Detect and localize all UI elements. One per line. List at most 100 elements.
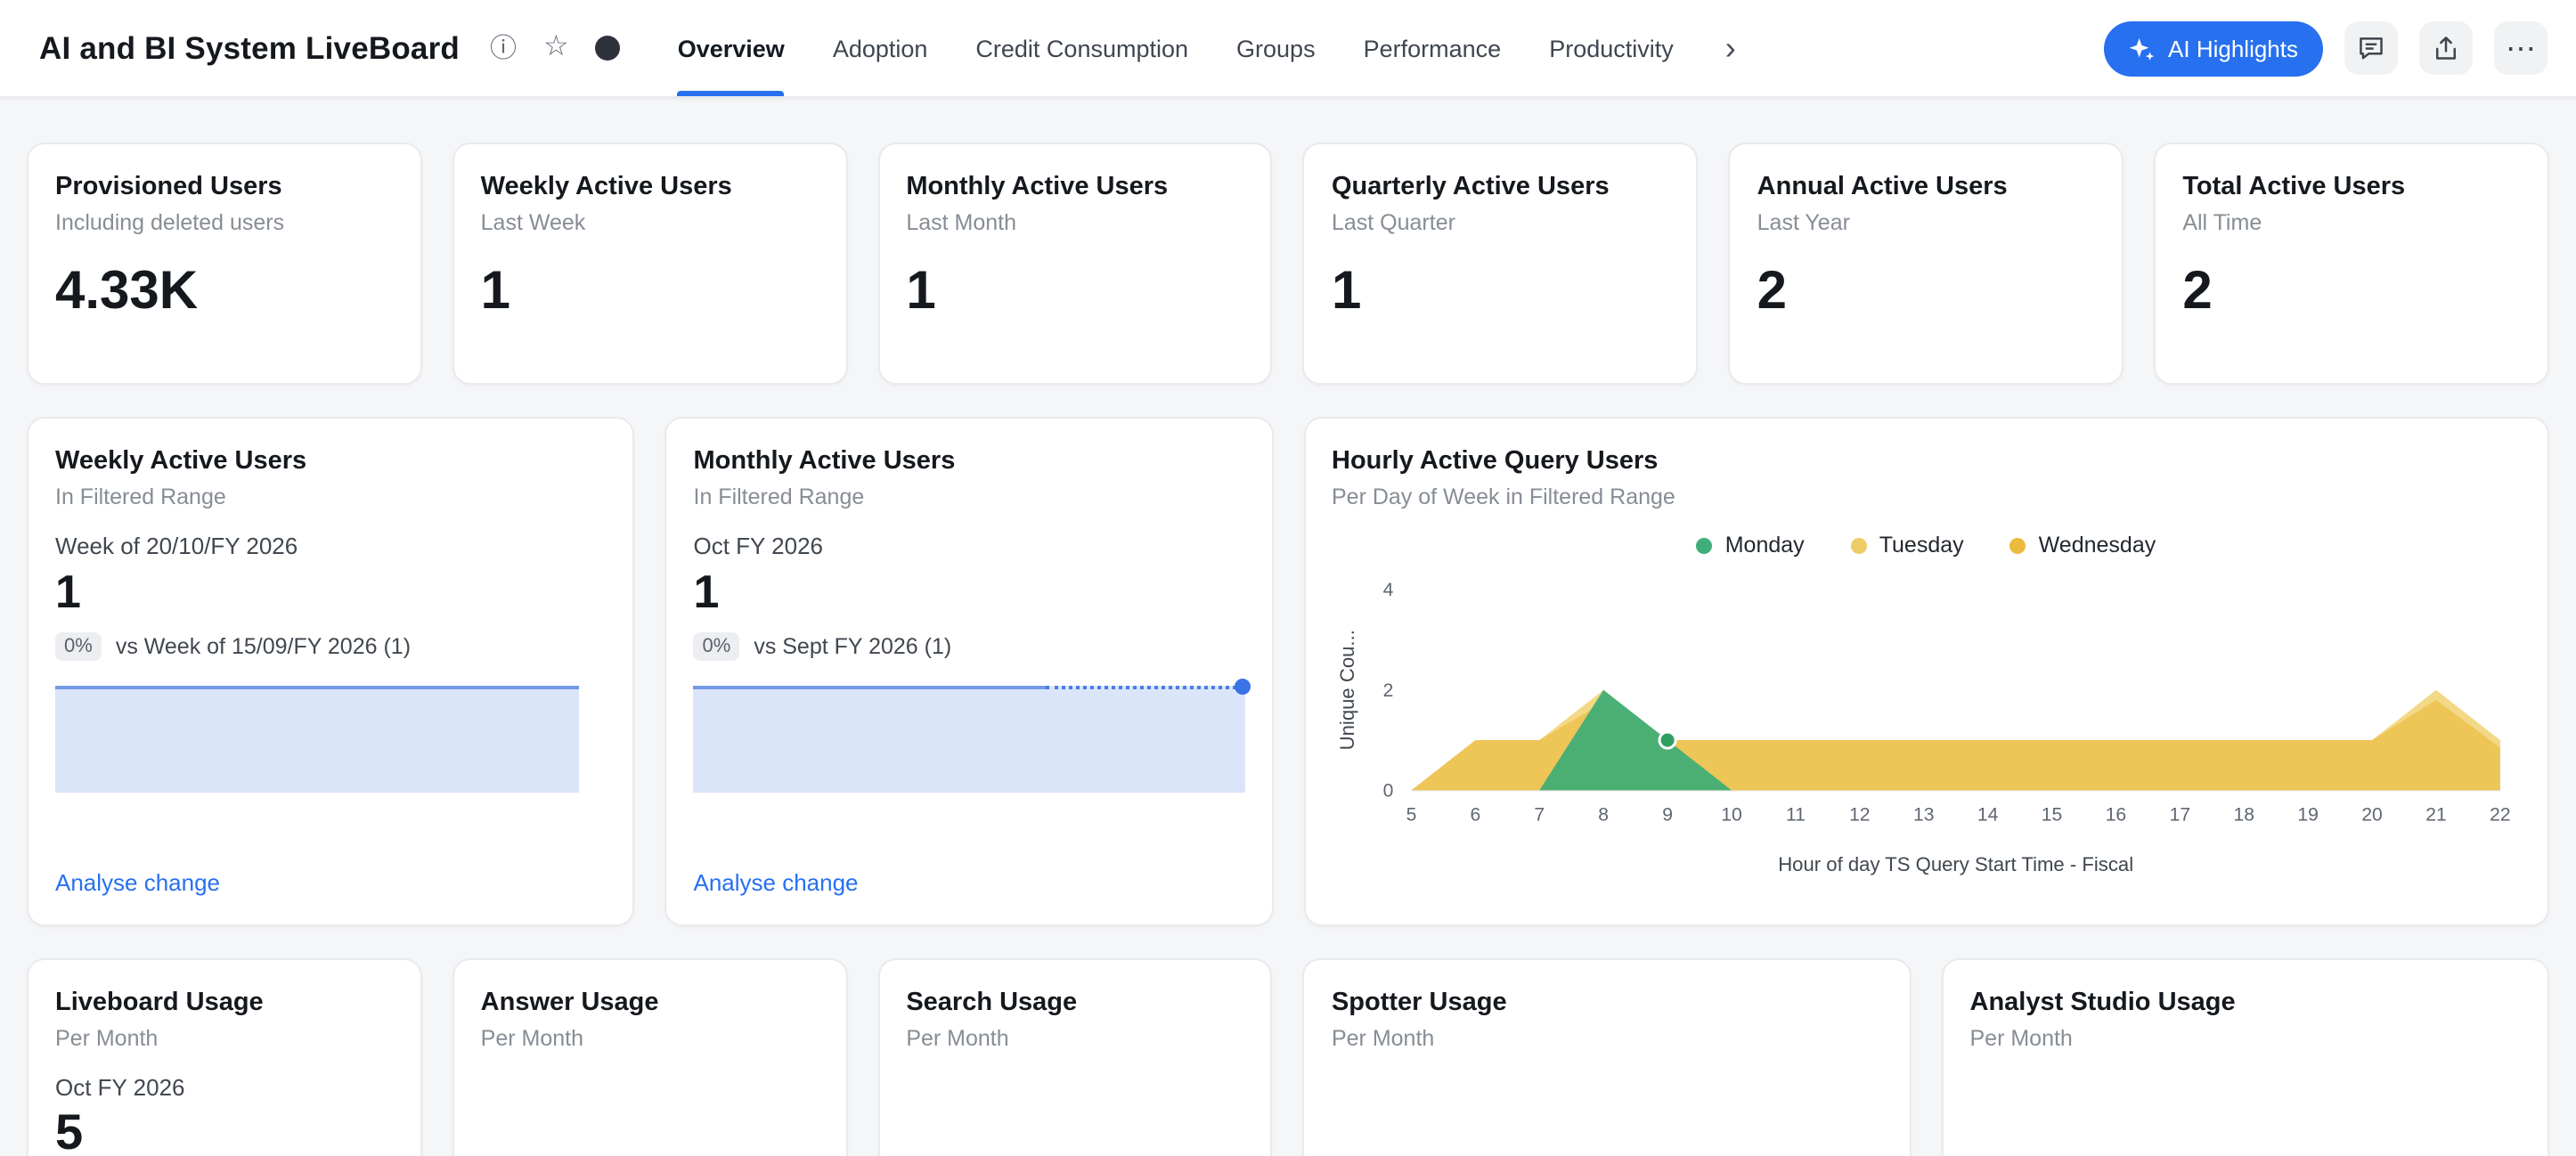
ai-highlights-button[interactable]: AI Highlights	[2104, 20, 2323, 76]
card-subtitle: All Time	[2182, 210, 2521, 235]
kpi-value: 1	[481, 262, 819, 322]
card-subtitle: Last Week	[481, 210, 819, 235]
card-title: Hourly Active Query Users	[1332, 447, 2521, 476]
period-label: Oct FY 2026	[694, 533, 1245, 559]
svg-text:8: 8	[1597, 805, 1608, 826]
svg-text:0: 0	[1382, 780, 1393, 801]
card-subtitle: Last Year	[1757, 210, 2096, 235]
card-subtitle: Including deleted users	[55, 210, 394, 235]
kpi-value: 4.33K	[55, 262, 394, 322]
spotter-usage-card: Spotter Usage Per Month	[1303, 958, 1912, 1156]
kpi-row: Provisioned Users Including deleted user…	[27, 142, 2549, 385]
card-title: Monthly Active Users	[906, 173, 1244, 201]
svg-text:10: 10	[1720, 805, 1740, 826]
liveboard-page: AI and BI System LiveBoard ⓘ ☆ Overview …	[0, 0, 2576, 1156]
sparkle-icon	[2129, 35, 2156, 61]
tab-performance[interactable]: Performance	[1364, 0, 1502, 96]
analyse-change-link[interactable]: Analyse change	[55, 869, 220, 896]
svg-text:11: 11	[1785, 805, 1805, 826]
card-title: Quarterly Active Users	[1332, 173, 1670, 201]
search-usage-card: Search Usage Per Month	[877, 958, 1273, 1156]
card-subtitle: Per Day of Week in Filtered Range	[1332, 484, 2521, 509]
card-title: Analyst Studio Usage	[1970, 989, 2522, 1017]
svg-text:Unique Cou...: Unique Cou...	[1335, 630, 1357, 750]
hourly-active-query-users-card: Hourly Active Query Users Per Day of Wee…	[1303, 417, 2549, 926]
kpi-value: 2	[2182, 262, 2521, 322]
svg-text:20: 20	[2360, 805, 2381, 826]
svg-text:18: 18	[2233, 805, 2254, 826]
tab-productivity[interactable]: Productivity	[1549, 0, 1674, 96]
topbar-actions: AI Highlights ⋯	[2104, 20, 2547, 76]
kpi-card-total-active-users: Total Active Users All Time 2	[2154, 142, 2549, 385]
card-title: Total Active Users	[2182, 173, 2521, 201]
trend-line	[55, 686, 579, 689]
comments-button[interactable]	[2344, 21, 2398, 75]
card-title: Provisioned Users	[55, 173, 394, 201]
endpoint-dot	[1234, 679, 1250, 695]
area-fill	[55, 686, 579, 793]
legend-item-wednesday[interactable]: Wednesday	[2010, 533, 2156, 558]
svg-text:Hour of day TS Query Start Tim: Hour of day TS Query Start Time - Fiscal	[1777, 853, 2132, 875]
answer-usage-card: Answer Usage Per Month	[452, 958, 848, 1156]
legend-item-monday[interactable]: Monday	[1697, 533, 1805, 558]
avatar-icon	[596, 36, 621, 61]
period-label: Oct FY 2026	[55, 1074, 394, 1101]
more-options-button[interactable]: ⋯	[2494, 21, 2547, 75]
delta-row: 0% vs Week of 15/09/FY 2026 (1)	[55, 632, 607, 661]
favorite-star-icon[interactable]: ☆	[543, 34, 569, 62]
tab-overview[interactable]: Overview	[678, 0, 785, 96]
card-subtitle: Per Month	[906, 1026, 1244, 1051]
svg-text:17: 17	[2169, 805, 2189, 826]
hourly-active-query-users-chart: 0245678910111213141516171819202122Unique…	[1332, 565, 2521, 889]
legend-dot-wednesday	[2010, 537, 2026, 553]
kpi-value: 1	[694, 565, 1245, 620]
svg-text:12: 12	[1848, 805, 1869, 826]
kpi-value: 1	[55, 565, 607, 620]
ai-highlights-label: AI Highlights	[2168, 35, 2298, 61]
legend-label: Monday	[1725, 533, 1805, 558]
card-subtitle: Per Month	[481, 1026, 819, 1051]
author-avatar[interactable]	[596, 36, 621, 61]
card-title: Search Usage	[906, 989, 1244, 1017]
tabs-overflow-chevron-icon[interactable]: ›	[1722, 32, 1740, 64]
kpi-card-annual-active-users: Annual Active Users Last Year 2	[1729, 142, 2124, 385]
projection-line	[1046, 686, 1244, 689]
svg-text:2: 2	[1382, 680, 1393, 701]
svg-text:6: 6	[1469, 805, 1480, 826]
ellipsis-icon: ⋯	[2506, 33, 2536, 63]
analyse-change-link[interactable]: Analyse change	[694, 869, 859, 896]
trend-line	[694, 686, 1047, 689]
area-fill	[694, 686, 1245, 793]
legend-item-tuesday[interactable]: Tuesday	[1851, 533, 1964, 558]
liveboard-content: Provisioned Users Including deleted user…	[0, 98, 2576, 1156]
card-title: Spotter Usage	[1332, 989, 1883, 1017]
legend-dot-monday	[1697, 537, 1713, 553]
card-title: Answer Usage	[481, 989, 819, 1017]
card-title: Liveboard Usage	[55, 989, 394, 1017]
comparison-label: vs Week of 15/09/FY 2026 (1)	[116, 634, 411, 659]
delta-badge: 0%	[694, 632, 740, 661]
kpi-card-weekly-active-users: Weekly Active Users Last Week 1	[452, 142, 848, 385]
viz-row: Weekly Active Users In Filtered Range We…	[27, 417, 2549, 926]
liveboard-tabs: Overview Adoption Credit Consumption Gro…	[678, 0, 1740, 96]
kpi-value: 1	[906, 262, 1244, 322]
page-title: AI and BI System LiveBoard	[39, 29, 460, 67]
tab-credit-consumption[interactable]: Credit Consumption	[975, 0, 1188, 96]
card-subtitle: Per Month	[1332, 1026, 1883, 1051]
share-button[interactable]	[2419, 21, 2473, 75]
kpi-card-monthly-active-users: Monthly Active Users Last Month 1	[877, 142, 1273, 385]
monthly-trend-chart	[694, 686, 1245, 793]
svg-text:19: 19	[2296, 805, 2317, 826]
tab-groups[interactable]: Groups	[1236, 0, 1316, 96]
chart-legend: Monday Tuesday Wednesday	[1332, 533, 2521, 558]
delta-badge: 0%	[55, 632, 102, 661]
svg-text:15: 15	[2041, 805, 2061, 826]
tab-adoption[interactable]: Adoption	[833, 0, 928, 96]
legend-label: Wednesday	[2039, 533, 2156, 558]
svg-text:14: 14	[1977, 805, 1998, 826]
svg-text:9: 9	[1661, 805, 1672, 826]
svg-text:4: 4	[1382, 580, 1393, 600]
legend-label: Tuesday	[1879, 533, 1964, 558]
svg-text:16: 16	[2105, 805, 2125, 826]
info-icon[interactable]: ⓘ	[490, 35, 517, 61]
